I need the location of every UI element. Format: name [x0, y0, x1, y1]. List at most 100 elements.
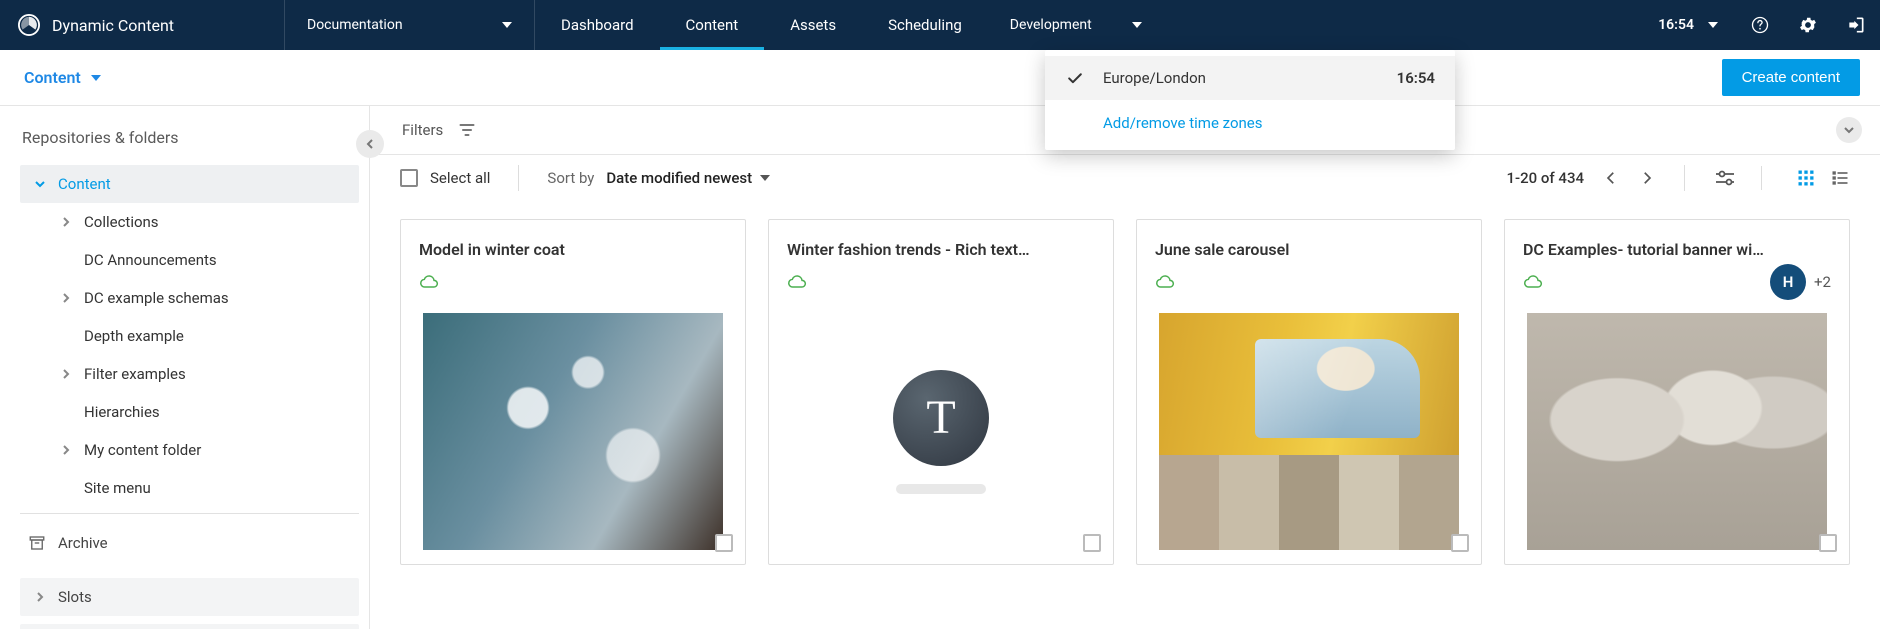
archive-icon — [28, 534, 46, 552]
amplience-logo-icon — [18, 14, 40, 36]
card-thumbnail: T — [791, 313, 1091, 550]
filters-label: Filters — [402, 121, 443, 139]
tree-item-label: Filter examples — [84, 365, 186, 383]
tree-item[interactable]: Hierarchies — [20, 393, 359, 431]
tree-group-examples[interactable]: examples — [20, 624, 359, 629]
sort-by-label: Sort by — [547, 169, 594, 187]
settings-button[interactable] — [1784, 0, 1832, 50]
logout-button[interactable] — [1832, 0, 1880, 50]
chevron-left-icon — [364, 138, 376, 150]
development-label: Development — [1010, 17, 1092, 33]
chevron-down-icon — [91, 75, 101, 81]
chevron-right-icon — [58, 368, 74, 380]
card-select-checkbox[interactable] — [715, 534, 733, 552]
gear-icon — [1798, 15, 1818, 35]
chevron-right-icon — [58, 292, 74, 304]
tree-group-slots[interactable]: Slots — [20, 578, 359, 616]
content-card[interactable]: DC Examples- tutorial banner wi… H +2 — [1504, 219, 1850, 565]
tab-scheduling[interactable]: Scheduling — [862, 0, 988, 50]
help-button[interactable] — [1736, 0, 1784, 50]
card-meta — [787, 269, 1095, 295]
card-title: Winter fashion trends - Rich text… — [787, 240, 1095, 259]
select-all-label: Select all — [430, 169, 490, 187]
tree-root-content[interactable]: Content — [20, 165, 359, 203]
top-nav: Dynamic Content Documentation Dashboard … — [0, 0, 1880, 50]
chevron-down-icon — [1843, 124, 1855, 136]
sidebar-heading: Repositories & folders — [20, 128, 359, 147]
card-title: Model in winter coat — [419, 240, 727, 259]
card-title: June sale carousel — [1155, 240, 1463, 259]
group-label: Slots — [58, 588, 92, 606]
select-all-checkbox[interactable] — [400, 169, 418, 187]
tree-item-label: DC Announcements — [84, 251, 217, 269]
tab-label: Scheduling — [888, 16, 962, 34]
content-card[interactable]: June sale carousel — [1136, 219, 1482, 565]
logout-icon — [1846, 15, 1866, 35]
tab-label: Dashboard — [561, 16, 634, 34]
main: Repositories & folders Content Collectio… — [0, 106, 1880, 629]
tree-item[interactable]: My content folder — [20, 431, 359, 469]
help-icon — [1750, 15, 1770, 35]
tree-item-label: Depth example — [84, 327, 184, 345]
cloud-status-icon — [1523, 274, 1543, 290]
separator — [1684, 165, 1685, 191]
expand-filters-button[interactable] — [1836, 117, 1862, 143]
avatar-more-count: +2 — [1814, 273, 1831, 291]
clock-menu[interactable]: 16:54 — [1640, 0, 1736, 50]
chevron-down-icon — [32, 178, 48, 190]
pager: 1-20 of 434 — [1506, 169, 1656, 187]
text-type-icon: T — [893, 370, 989, 466]
collapse-sidebar-button[interactable] — [356, 130, 384, 158]
development-menu[interactable]: Development — [988, 0, 1164, 50]
chevron-right-icon — [32, 591, 48, 603]
timezone-dropdown: Europe/London 16:54 Add/remove time zone… — [1045, 50, 1455, 150]
avatar: H — [1770, 264, 1806, 300]
tab-dashboard[interactable]: Dashboard — [535, 0, 660, 50]
page-next-button[interactable] — [1638, 169, 1656, 187]
card-meta — [1155, 269, 1463, 295]
card-select-checkbox[interactable] — [1083, 534, 1101, 552]
list-view-button[interactable] — [1830, 168, 1850, 188]
sort-value-text: Date modified newest — [606, 169, 752, 187]
tab-assets[interactable]: Assets — [764, 0, 862, 50]
pager-range: 1-20 of 434 — [1506, 169, 1584, 187]
create-content-button[interactable]: Create content — [1722, 59, 1860, 96]
card-select-checkbox[interactable] — [1819, 534, 1837, 552]
content-type-menu[interactable]: Content — [24, 68, 101, 87]
sort-value[interactable]: Date modified newest — [606, 169, 770, 187]
tree-item[interactable]: DC example schemas — [20, 279, 359, 317]
separator — [518, 165, 519, 191]
grid-view-button[interactable] — [1796, 168, 1816, 188]
tree-item[interactable]: Depth example — [20, 317, 359, 355]
archive-item[interactable]: Archive — [20, 522, 359, 564]
documentation-menu[interactable]: Documentation — [285, 0, 535, 50]
page-prev-button[interactable] — [1602, 169, 1620, 187]
add-remove-timezones-link[interactable]: Add/remove time zones — [1045, 100, 1455, 136]
chevron-down-icon — [502, 22, 512, 28]
tab-label: Assets — [790, 16, 836, 34]
tree-item[interactable]: Collections — [20, 203, 359, 241]
clock-time: 16:54 — [1658, 17, 1694, 33]
chevron-down-icon — [1132, 22, 1142, 28]
tree-item-label: DC example schemas — [84, 289, 229, 307]
select-all[interactable]: Select all — [400, 169, 490, 187]
content-menu-label: Content — [24, 68, 81, 87]
tree-item-label: My content folder — [84, 441, 201, 459]
filter-icon[interactable] — [457, 120, 477, 140]
tree-item[interactable]: Site menu — [20, 469, 359, 507]
display-options-button[interactable] — [1713, 166, 1762, 190]
sliders-icon — [1713, 166, 1737, 190]
content-card[interactable]: Model in winter coat — [400, 219, 746, 565]
tree-item[interactable]: DC Announcements — [20, 241, 359, 279]
card-title: DC Examples- tutorial banner wi… — [1523, 240, 1831, 259]
placeholder-bar — [896, 484, 986, 494]
content-card[interactable]: Winter fashion trends - Rich text… T — [768, 219, 1114, 565]
timezone-row[interactable]: Europe/London 16:54 — [1045, 56, 1455, 100]
card-thumbnail — [1159, 313, 1459, 550]
tab-content[interactable]: Content — [660, 0, 765, 50]
toolbar: Select all Sort by Date modified newest … — [370, 155, 1880, 201]
archive-label: Archive — [58, 534, 108, 552]
tree-root-label: Content — [58, 175, 111, 193]
card-select-checkbox[interactable] — [1451, 534, 1469, 552]
tree-item[interactable]: Filter examples — [20, 355, 359, 393]
